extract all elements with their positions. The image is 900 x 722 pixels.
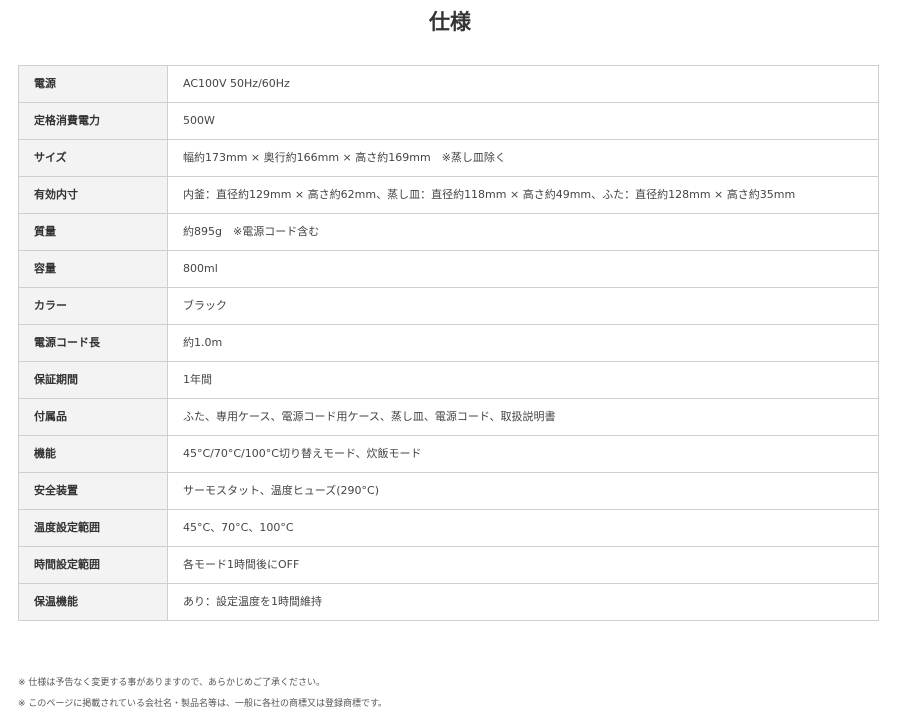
- spec-label: 質量: [18, 213, 168, 251]
- table-row: 電源 AC100V 50Hz/60Hz: [18, 65, 879, 103]
- table-row: 保温機能 あり：設定温度を1時間維持: [18, 583, 879, 621]
- table-row: 容量 800ml: [18, 250, 879, 288]
- spec-label: 機能: [18, 435, 168, 473]
- spec-table: 電源 AC100V 50Hz/60Hz 定格消費電力 500W サイズ 幅約17…: [18, 65, 879, 621]
- spec-value: 800ml: [167, 250, 879, 288]
- spec-value: 45°C/70°C/100°C切り替えモード、炊飯モード: [167, 435, 879, 473]
- table-row: 保証期間 1年間: [18, 361, 879, 399]
- table-row: 電源コード長 約1.0m: [18, 324, 879, 362]
- table-row: 温度設定範囲 45°C、70°C、100°C: [18, 509, 879, 547]
- spec-label: 保証期間: [18, 361, 168, 399]
- spec-value: 幅約173mm × 奥行約166mm × 高さ約169mm ※蒸し皿除く: [167, 139, 879, 177]
- spec-value: ブラック: [167, 287, 879, 325]
- spec-label: サイズ: [18, 139, 168, 177]
- notes: ※ 仕様は予告なく変更する事がありますので、あらかじめご了承ください。 ※ この…: [18, 678, 878, 720]
- spec-label: 時間設定範囲: [18, 546, 168, 584]
- table-row: 定格消費電力 500W: [18, 102, 879, 140]
- table-row: 質量 約895g ※電源コード含む: [18, 213, 879, 251]
- spec-label: 有効内寸: [18, 176, 168, 214]
- spec-value: ふた、専用ケース、電源コード用ケース、蒸し皿、電源コード、取扱説明書: [167, 398, 879, 436]
- spec-label: 定格消費電力: [18, 102, 168, 140]
- table-row: 付属品 ふた、専用ケース、電源コード用ケース、蒸し皿、電源コード、取扱説明書: [18, 398, 879, 436]
- spec-label: カラー: [18, 287, 168, 325]
- spec-value: 各モード1時間後にOFF: [167, 546, 879, 584]
- spec-value: 500W: [167, 102, 879, 140]
- spec-label: 付属品: [18, 398, 168, 436]
- note-text: ※ このページに掲載されている会社名・製品名等は、一般に各社の商標又は登録商標で…: [18, 699, 388, 709]
- spec-value: AC100V 50Hz/60Hz: [167, 65, 879, 103]
- table-row: 時間設定範囲 各モード1時間後にOFF: [18, 546, 879, 584]
- table-row: 有効内寸 内釜：直径約129mm × 高さ約62mm、蒸し皿：直径約118mm …: [18, 176, 879, 214]
- spec-label: 電源: [18, 65, 168, 103]
- spec-value: 内釜：直径約129mm × 高さ約62mm、蒸し皿：直径約118mm × 高さ約…: [167, 176, 879, 214]
- spec-value: 約1.0m: [167, 324, 879, 362]
- page-title: 仕様: [429, 10, 471, 34]
- spec-label: 電源コード長: [18, 324, 168, 362]
- spec-value: 約895g ※電源コード含む: [167, 213, 879, 251]
- spec-value: あり：設定温度を1時間維持: [167, 583, 879, 621]
- spec-label: 安全装置: [18, 472, 168, 510]
- note-text: ※ 仕様は予告なく変更する事がありますので、あらかじめご了承ください。: [18, 678, 326, 688]
- spec-value: 1年間: [167, 361, 879, 399]
- table-row: カラー ブラック: [18, 287, 879, 325]
- table-row: 安全装置 サーモスタット、温度ヒューズ(290°C): [18, 472, 879, 510]
- spec-value: 45°C、70°C、100°C: [167, 509, 879, 547]
- spec-label: 保温機能: [18, 583, 168, 621]
- spec-label: 容量: [18, 250, 168, 288]
- spec-label: 温度設定範囲: [18, 509, 168, 547]
- spec-value: サーモスタット、温度ヒューズ(290°C): [167, 472, 879, 510]
- table-row: サイズ 幅約173mm × 奥行約166mm × 高さ約169mm ※蒸し皿除く: [18, 139, 879, 177]
- table-row: 機能 45°C/70°C/100°C切り替えモード、炊飯モード: [18, 435, 879, 473]
